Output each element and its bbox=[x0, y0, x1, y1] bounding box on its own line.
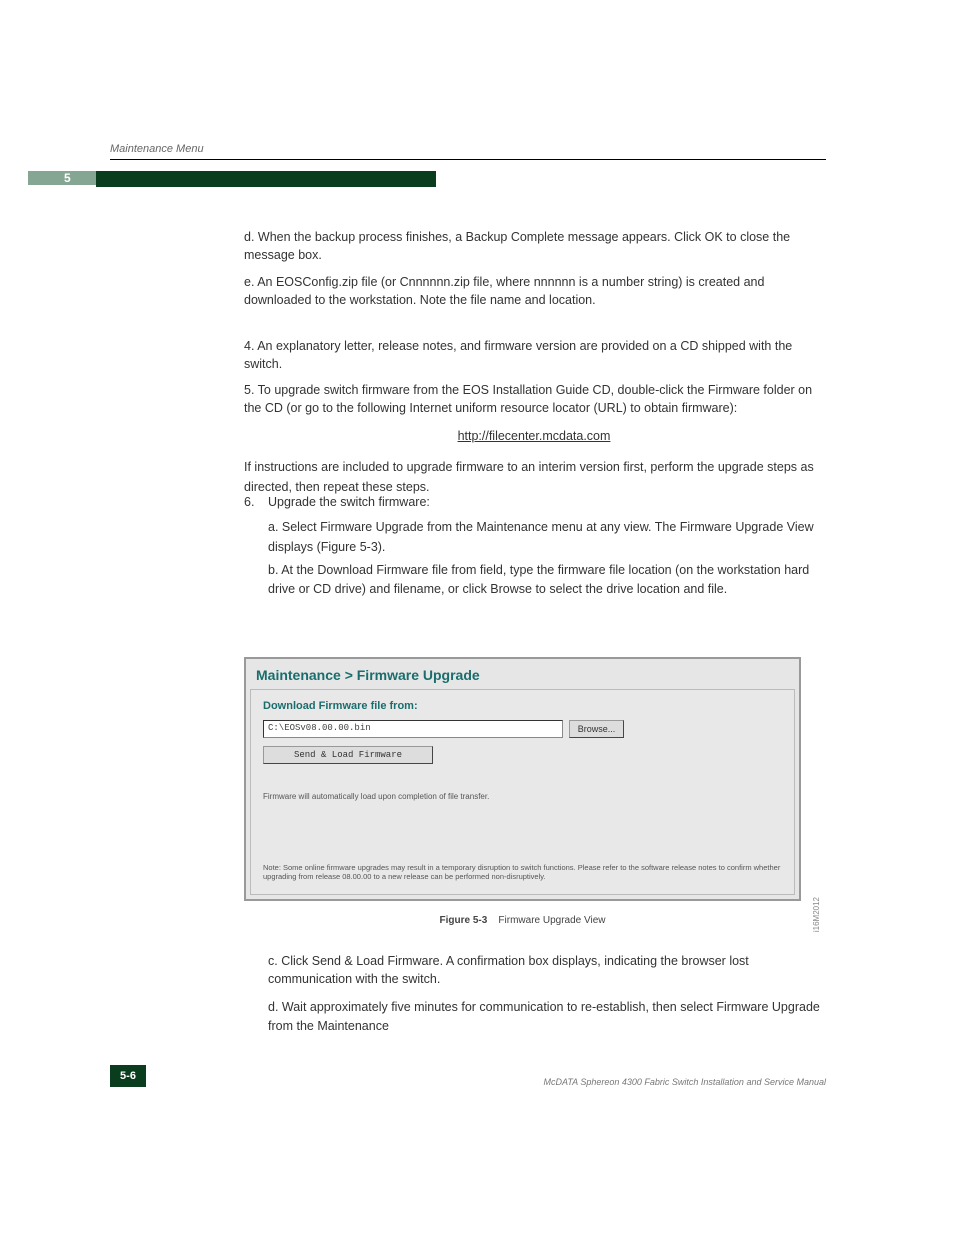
firmware-path-input[interactable]: C:\EOSv08.00.00.bin bbox=[263, 720, 563, 738]
para-e: e. An EOSConfig.zip file (or Cnnnnnn.zip… bbox=[244, 273, 824, 309]
chapter-tab-light bbox=[28, 171, 98, 185]
step-6c: c. Click Send & Load Firmware. A confirm… bbox=[244, 952, 824, 988]
interim-note: If instructions are included to upgrade … bbox=[244, 458, 824, 497]
url-link[interactable]: http://filecenter.mcdata.com bbox=[458, 429, 611, 443]
fig-breadcrumb: Maintenance > Firmware Upgrade bbox=[256, 667, 480, 683]
url-block: http://filecenter.mcdata.com If instruct… bbox=[244, 427, 824, 497]
para-5: 5. To upgrade switch firmware from the E… bbox=[244, 381, 824, 417]
fig-auto-load-msg: Firmware will automatically load upon co… bbox=[263, 792, 489, 801]
figure-5-3: Maintenance > Firmware Upgrade Download … bbox=[244, 657, 829, 926]
fig-side-id: i16M2012 bbox=[812, 897, 821, 932]
fig-field-label: Download Firmware file from: bbox=[263, 700, 418, 712]
running-head: Maintenance Menu bbox=[110, 143, 204, 155]
figure-caption-text: Firmware Upgrade View bbox=[498, 915, 605, 926]
figure-box: Maintenance > Firmware Upgrade Download … bbox=[244, 657, 801, 901]
step-6-num: 6. bbox=[244, 493, 268, 512]
step-6d: d. Wait approximately five minutes for c… bbox=[244, 998, 824, 1037]
para-4: 4. An explanatory letter, release notes,… bbox=[244, 337, 824, 373]
chapter-number: 5 bbox=[64, 171, 71, 185]
chapter-tab-dark bbox=[96, 171, 436, 187]
send-load-button[interactable]: Send & Load Firmware bbox=[263, 746, 433, 764]
step-6-head: Upgrade the switch firmware: bbox=[268, 495, 430, 509]
header-rule bbox=[110, 159, 826, 160]
fig-note: Note: Some online firmware upgrades may … bbox=[263, 863, 782, 883]
figure-caption: Figure 5-3 Firmware Upgrade View bbox=[244, 915, 801, 926]
footer-text: McDATA Sphereon 4300 Fabric Switch Insta… bbox=[0, 1077, 826, 1087]
step-6a: a. Select Firmware Upgrade from the Main… bbox=[268, 518, 824, 557]
step-6: 6. Upgrade the switch firmware: a. Selec… bbox=[244, 493, 824, 557]
figure-caption-label: Figure 5-3 bbox=[440, 915, 488, 926]
fig-panel: Download Firmware file from: C:\EOSv08.0… bbox=[250, 689, 795, 895]
browse-button[interactable]: Browse... bbox=[569, 720, 624, 738]
step-6b: b. At the Download Firmware file from fi… bbox=[244, 561, 824, 600]
para-d: d. When the backup process finishes, a B… bbox=[244, 228, 824, 264]
